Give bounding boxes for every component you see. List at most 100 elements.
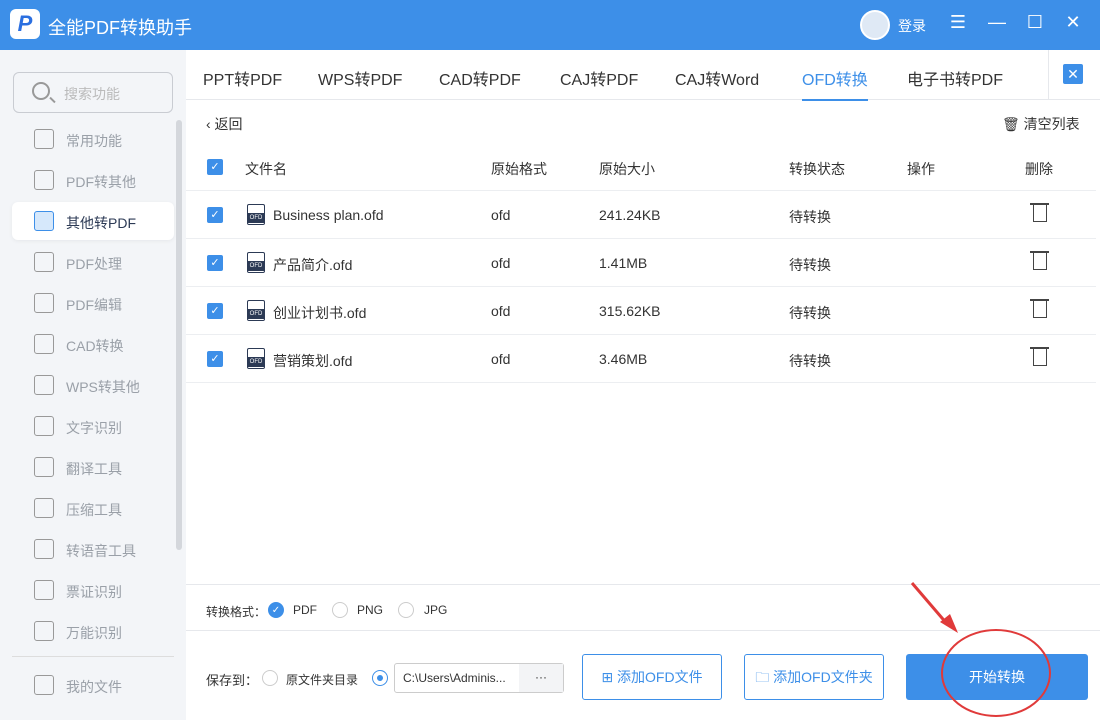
add-file-button[interactable]: ⊞ 添加OFD文件: [582, 654, 722, 700]
delete-icon[interactable]: [1030, 251, 1049, 270]
file-table: ✓ 文件名 原始格式 原始大小 转换状态 操作 删除 ✓ OFD Busines…: [186, 143, 1096, 383]
sidebar-item[interactable]: 转语音工具: [12, 530, 174, 568]
row-checkbox[interactable]: ✓: [207, 255, 223, 271]
browse-button[interactable]: ···: [519, 664, 563, 692]
save-to-label: 保存到：: [206, 673, 259, 688]
search-input[interactable]: 搜索功能: [13, 72, 173, 113]
sidebar-item[interactable]: PDF转其他: [12, 161, 174, 199]
sidebar-item-label: 压缩工具: [66, 502, 122, 518]
save-path-field[interactable]: C:\Users\Adminis... ···: [394, 663, 564, 693]
search-placeholder: 搜索功能: [64, 86, 120, 102]
clear-list-button[interactable]: 🗑 清空列表: [1002, 114, 1080, 134]
tab[interactable]: 电子书转PDF: [907, 66, 1003, 90]
sidebar-scrollbar[interactable]: [176, 120, 182, 550]
tab[interactable]: CAJ转Word: [675, 66, 759, 90]
sidebar-item[interactable]: 常用功能: [12, 120, 174, 158]
convert-status: 待转换: [789, 257, 831, 273]
save-original-label: 原文件夹目录: [286, 673, 359, 687]
ofd-file-icon: OFD: [247, 348, 265, 369]
sidebar-item-my-files[interactable]: 我的文件: [12, 666, 174, 704]
format-radio-png[interactable]: [332, 602, 348, 618]
format-option-label: PNG: [357, 603, 384, 617]
sidebar-item-icon: [34, 252, 54, 272]
sidebar-item-icon: [34, 498, 54, 518]
sidebar-item-label: CAD转换: [66, 338, 124, 354]
sidebar-item-label: WPS转其他: [66, 379, 140, 395]
start-convert-button[interactable]: 开始转换: [906, 654, 1088, 700]
tab[interactable]: OFD转换: [802, 66, 868, 101]
close-button[interactable]: ✕: [1061, 12, 1085, 33]
format-radio-jpg[interactable]: [398, 602, 414, 618]
file-size: 241.24KB: [599, 207, 661, 223]
sidebar-item[interactable]: 压缩工具: [12, 489, 174, 527]
sidebar-item-label: 万能识别: [66, 625, 122, 641]
sidebar-item[interactable]: PDF处理: [12, 243, 174, 281]
table-row: ✓ OFD 创业计划书.ofd ofd 315.62KB 待转换: [186, 287, 1096, 335]
sidebar-item-icon: [34, 416, 54, 436]
file-name: 产品简介.ofd: [273, 257, 353, 273]
column-header: 操作: [907, 161, 935, 177]
sidebar-item[interactable]: WPS转其他: [12, 366, 174, 404]
sidebar-item-label: 我的文件: [66, 679, 122, 695]
tab-bar: PPT转PDF WPS转PDF CAD转PDF CAJ转PDF CAJ转Word OFD转…: [186, 50, 1100, 101]
tab[interactable]: WPS转PDF: [318, 66, 402, 90]
tab[interactable]: CAJ转PDF: [560, 66, 638, 90]
row-checkbox[interactable]: ✓: [207, 303, 223, 319]
delete-icon[interactable]: [1030, 347, 1049, 366]
file-format: ofd: [491, 255, 511, 271]
format-radio-pdf[interactable]: ✓: [268, 602, 284, 618]
close-panel-button[interactable]: ✕: [1063, 64, 1083, 84]
sidebar-item-label: PDF处理: [66, 256, 122, 272]
sidebar-item[interactable]: 票证识别: [12, 571, 174, 609]
row-checkbox[interactable]: ✓: [207, 207, 223, 223]
sidebar-item[interactable]: 文字识别: [12, 407, 174, 445]
sidebar-item-label: PDF编辑: [66, 297, 122, 313]
avatar[interactable]: [860, 10, 890, 40]
add-folder-button[interactable]: 🗀 添加OFD文件夹: [744, 654, 884, 700]
sidebar: 搜索功能 常用功能 PDF转其他其他转PDF PDF处理 PDF编辑 CAD转换 WPS转…: [0, 50, 186, 720]
sidebar-item-label: 转语音工具: [66, 543, 136, 559]
column-header: 转换状态: [789, 161, 845, 177]
file-name: 营销策划.ofd: [273, 353, 353, 369]
delete-icon[interactable]: [1030, 299, 1049, 318]
convert-status: 待转换: [789, 305, 831, 321]
maximize-button[interactable]: ☐: [1023, 12, 1047, 33]
sidebar-item[interactable]: 万能识别: [12, 612, 174, 650]
minimize-button[interactable]: —: [985, 12, 1009, 33]
table-header: ✓ 文件名 原始格式 原始大小 转换状态 操作 删除: [186, 143, 1096, 191]
file-name: 创业计划书.ofd: [273, 305, 367, 321]
sidebar-item-icon: [34, 170, 54, 190]
file-format: ofd: [491, 351, 511, 367]
menu-icon[interactable]: ☰: [946, 12, 970, 33]
file-format: ofd: [491, 207, 511, 223]
sidebar-item-icon: [34, 580, 54, 600]
select-all-checkbox[interactable]: ✓: [207, 159, 223, 175]
sidebar-item[interactable]: PDF编辑: [12, 284, 174, 322]
folder-icon: 🗀: [755, 669, 774, 685]
tab[interactable]: CAD转PDF: [439, 66, 521, 90]
save-original-radio[interactable]: [262, 670, 278, 686]
file-size: 3.46MB: [599, 351, 648, 367]
sidebar-item[interactable]: CAD转换: [12, 325, 174, 363]
tab[interactable]: PPT转PDF: [203, 66, 282, 90]
sidebar-item-icon: [34, 293, 54, 313]
back-button[interactable]: ‹ 返回: [206, 114, 243, 134]
sidebar-item-label: PDF转其他: [66, 174, 136, 190]
sidebar-item-label: 翻译工具: [66, 461, 122, 477]
sidebar-item-label: 常用功能: [66, 133, 122, 149]
sidebar-item-icon: [34, 539, 54, 559]
save-custom-radio[interactable]: [372, 670, 388, 686]
sidebar-item-label: 票证识别: [66, 584, 122, 600]
format-bar: 转换格式： ✓ PDF PNG JPG: [186, 584, 1100, 631]
ofd-file-icon: OFD: [247, 252, 265, 273]
divider: [1048, 50, 1049, 100]
sidebar-item[interactable]: 翻译工具: [12, 448, 174, 486]
delete-icon[interactable]: [1030, 203, 1049, 222]
login-link[interactable]: 登录: [898, 16, 926, 36]
ofd-file-icon: OFD: [247, 204, 265, 225]
column-header: 原始格式: [491, 161, 547, 177]
sidebar-item[interactable]: 其他转PDF: [12, 202, 174, 240]
format-label: 转换格式：: [206, 605, 267, 619]
app-title: 全能PDF转换助手: [48, 18, 192, 38]
row-checkbox[interactable]: ✓: [207, 351, 223, 367]
